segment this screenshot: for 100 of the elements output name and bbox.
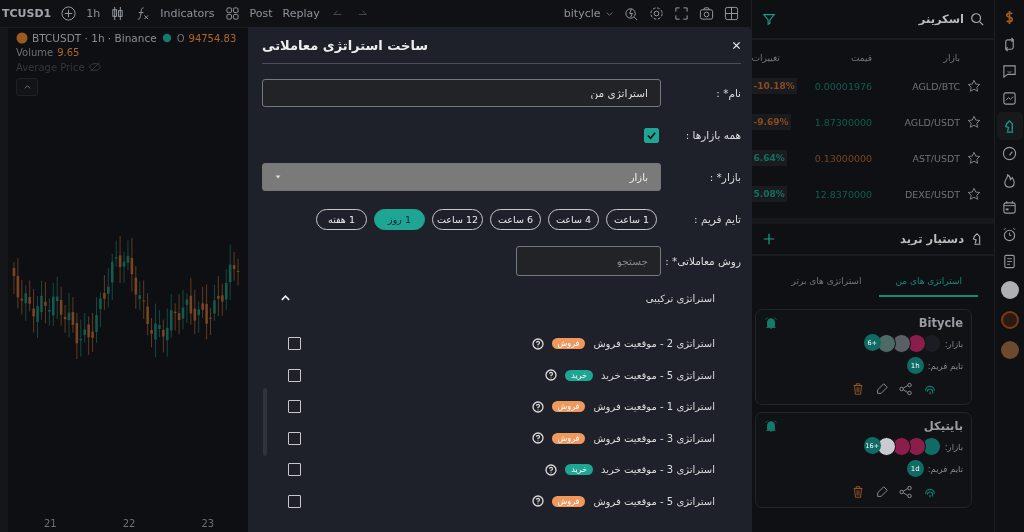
share-icon[interactable]	[899, 382, 914, 396]
change-badge: 6.64%	[751, 150, 787, 166]
chevron-up-icon[interactable]	[280, 294, 291, 302]
settings-icon[interactable]	[648, 6, 664, 21]
strategy-checkbox[interactable]	[288, 368, 301, 382]
flame-icon[interactable]	[1002, 173, 1018, 188]
share-icon[interactable]	[899, 485, 914, 499]
open-label: O	[176, 32, 185, 44]
help-icon[interactable]	[531, 337, 544, 350]
alarm-bell-icon[interactable]	[763, 316, 778, 330]
chart-title: BTCUSDT · 1h · Binance	[32, 32, 157, 44]
position-tag: فروش	[551, 338, 586, 350]
lightning-search-icon[interactable]	[623, 6, 639, 21]
price-cell-text: 1.87300000	[813, 116, 873, 128]
all-markets-checkbox[interactable]	[644, 127, 659, 143]
edit-icon[interactable]	[875, 382, 890, 396]
strategy-name: استراتژی 2 - موقعیت فروش	[593, 338, 715, 350]
layout-icon[interactable]	[723, 6, 739, 21]
market-cell-text: AGLD/USDT	[903, 116, 961, 128]
column-header: تغییرات	[751, 53, 781, 63]
strategy-name: استراتژی 1 - موقعیت فروش	[593, 401, 715, 413]
help-icon[interactable]	[545, 463, 558, 476]
chart-icon[interactable]	[1002, 91, 1018, 106]
field-label: تایم فریم :	[694, 213, 741, 225]
timeframe-label: تایم فریم:	[927, 463, 964, 474]
document-icon[interactable]	[1002, 254, 1018, 269]
help-icon[interactable]	[545, 369, 558, 382]
volume-label: Volume	[16, 47, 54, 58]
chess-knight-icon[interactable]	[996, 112, 1023, 140]
field-label: روش معاملاتی* :	[665, 255, 741, 267]
timeframe-label: تایم فریم:	[927, 360, 964, 371]
add-icon[interactable]	[61, 6, 77, 21]
star-icon[interactable]	[967, 79, 982, 93]
replay-button[interactable]: Replay	[282, 7, 320, 20]
market-cell-text: AST/USDT	[911, 152, 961, 164]
position-tag: فروش	[551, 495, 586, 507]
change-badge: -10.18%	[751, 78, 797, 94]
change-badge: -9.69%	[751, 114, 791, 130]
strategy-tab[interactable]: استراتژی های برتر	[775, 266, 878, 297]
chat-icon[interactable]	[1002, 64, 1018, 79]
position-tag: فروش	[551, 432, 586, 444]
axis-label: 22	[122, 518, 136, 529]
filter-icon[interactable]	[761, 12, 776, 26]
close-icon[interactable]	[732, 40, 741, 50]
star-icon[interactable]	[967, 151, 982, 165]
caret-icon[interactable]	[274, 173, 282, 181]
strategy-name: استراتژی 5 - موقعیت فروش	[593, 495, 715, 507]
timeframe-option[interactable]: 1 روز	[374, 208, 425, 230]
gauge-icon[interactable]	[1002, 146, 1018, 161]
indicators-button[interactable]: Indicators	[160, 7, 215, 20]
search-icon[interactable]	[970, 12, 985, 26]
strategy-name: استراتژی 3 - موقعیت خرید	[601, 464, 715, 476]
chevron-up-icon	[22, 82, 32, 92]
fullscreen-icon[interactable]	[673, 6, 689, 21]
camera-icon[interactable]	[698, 6, 714, 21]
star-icon[interactable]	[967, 187, 982, 201]
market-cell-text: DEXE/USDT	[903, 188, 961, 200]
alarm-bell-icon[interactable]	[763, 419, 778, 433]
alarm-clock-icon[interactable]	[1002, 227, 1018, 242]
calendar-icon[interactable]	[1002, 200, 1018, 215]
price-cell-text: 12.8370000	[813, 188, 873, 200]
edit-icon[interactable]	[875, 485, 890, 499]
price-cell-text: 0.13000000	[813, 152, 873, 164]
strategy-name: بایتیکل	[923, 419, 964, 433]
interval-button[interactable]: 1h	[86, 7, 101, 20]
field-label: نام* :	[716, 87, 741, 99]
position-tag: فروش	[551, 401, 586, 413]
candles-icon[interactable]	[110, 6, 126, 21]
market-cell-text: AGLD/BTC	[911, 80, 961, 92]
grid-icon[interactable]	[224, 6, 240, 21]
avatar-placeholder[interactable]	[1000, 281, 1019, 299]
layout-name[interactable]: bitycle	[563, 7, 601, 20]
help-icon[interactable]	[531, 495, 544, 508]
strategy-checkbox[interactable]	[288, 494, 301, 508]
strategy-checkbox[interactable]	[288, 463, 301, 477]
caret-icon[interactable]	[604, 9, 614, 18]
star-icon[interactable]	[967, 115, 982, 129]
strategy-name: استراتژی 3 - موقعیت فروش	[593, 432, 715, 444]
add-icon[interactable]	[761, 232, 776, 246]
function-icon[interactable]	[135, 6, 151, 21]
market-label: بازار:	[944, 441, 964, 452]
bitcoin-icon	[16, 32, 28, 44]
symbol-name[interactable]: TCUSD1	[2, 7, 52, 20]
help-icon[interactable]	[531, 432, 544, 445]
post-button[interactable]: Post	[249, 7, 273, 20]
strategy-checkbox[interactable]	[288, 337, 301, 351]
strategy-tab[interactable]: استراتژی های من	[879, 266, 979, 297]
dialog-title: ساخت استراتژی معاملاتی	[262, 37, 429, 53]
open-value: 94754.83	[188, 32, 237, 44]
change-badge: 5.08%	[751, 186, 787, 202]
strategy-checkbox[interactable]	[288, 400, 301, 414]
strategy-checkbox[interactable]	[288, 431, 301, 445]
name-input-field[interactable]: استراتژی من	[262, 79, 661, 107]
market-label: بازار:	[944, 338, 964, 349]
help-icon[interactable]	[531, 400, 544, 413]
column-header: قیمت	[850, 53, 873, 63]
field-label: بازار* :	[709, 171, 741, 183]
strategy-name: استراتژی 5 - موقعیت خرید	[601, 369, 715, 381]
position-tag: خرید	[565, 464, 593, 476]
search-input-field[interactable]: جستجو	[516, 246, 661, 276]
